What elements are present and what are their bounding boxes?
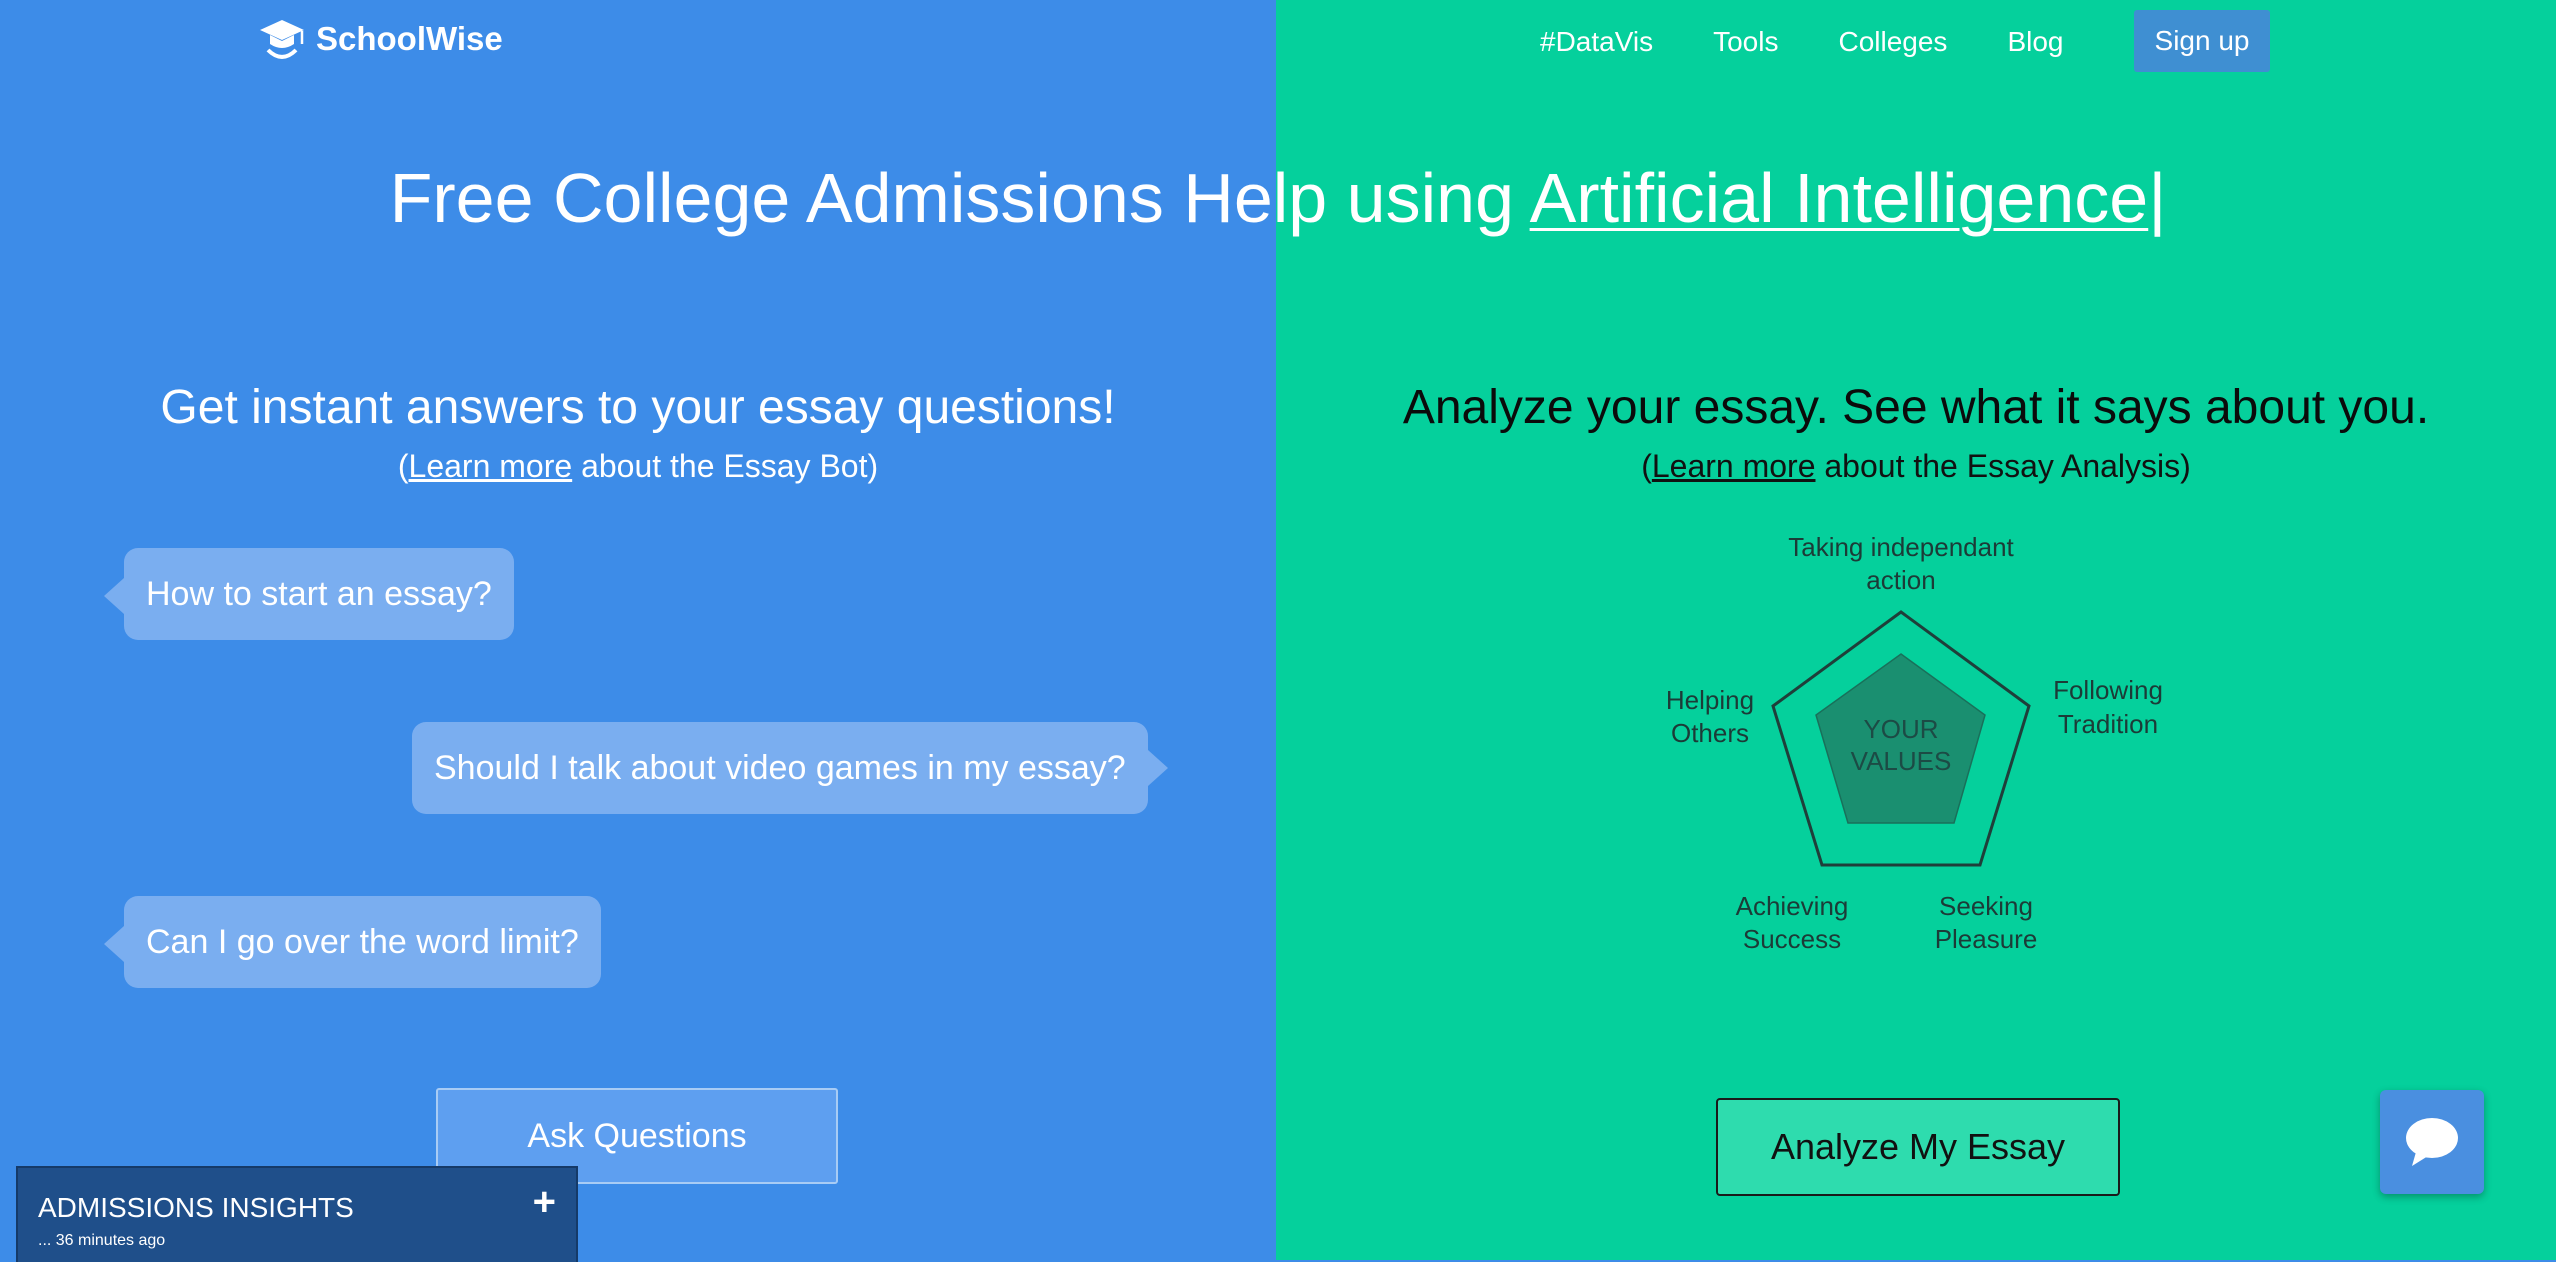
radar-label-right-2: Tradition	[2058, 709, 2158, 739]
essay-bot-subtext-rest: about the Essay Bot)	[572, 448, 879, 484]
question-bubble-3[interactable]: Can I go over the word limit?	[104, 896, 601, 988]
radar-label-bottom-left-1: Achieving	[1736, 891, 1849, 921]
radar-label-bottom-left-2: Success	[1743, 924, 1841, 954]
graduation-cap-icon	[260, 20, 304, 59]
radar-label-top-1: Taking independant	[1788, 532, 2014, 562]
nav-link-datavis[interactable]: #DataVis	[1540, 26, 1653, 58]
nav-link-tools[interactable]: Tools	[1713, 26, 1778, 58]
analyze-essay-button[interactable]: Analyze My Essay	[1716, 1098, 2120, 1196]
learn-more-essay-analysis-link[interactable]: Learn more	[1652, 448, 1816, 484]
insights-timestamp: ... 36 minutes ago	[38, 1232, 166, 1249]
radar-label-bottom-right-2: Pleasure	[1935, 924, 2038, 954]
brand-logo[interactable]: SchoolWise	[258, 16, 503, 62]
paren-open-right: (	[1641, 448, 1652, 484]
radar-label-left-1: Helping	[1666, 685, 1754, 715]
admissions-insights-panel[interactable]: ADMISSIONS INSIGHTS ... 36 minutes ago +	[16, 1166, 578, 1262]
insights-title: ADMISSIONS INSIGHTS	[38, 1192, 354, 1223]
expand-plus-icon[interactable]: +	[533, 1180, 556, 1225]
essay-bot-heading: Get instant answers to your essay questi…	[160, 381, 1116, 434]
hero-prefix: Free College Admissions Help using	[389, 159, 1530, 237]
radar-label-bottom-right-1: Seeking	[1939, 891, 2033, 921]
essay-bot-subtext: (Learn more about the Essay Bot)	[0, 448, 1276, 485]
learn-more-essay-bot-link[interactable]: Learn more	[409, 448, 573, 484]
top-nav: #DataVis Tools Colleges Blog	[1540, 0, 2123, 84]
nav-link-colleges[interactable]: Colleges	[1838, 26, 1947, 58]
hero-headline: Free College Admissions Help using Artif…	[0, 158, 2556, 238]
paren-open: (	[397, 448, 409, 484]
hero-highlight-link[interactable]: Artificial Intelligence	[1530, 159, 2149, 237]
radar-label-right-1: Following	[2053, 675, 2163, 705]
radar-center-label-1: YOUR	[1863, 714, 1938, 744]
signup-button[interactable]: Sign up	[2134, 10, 2270, 72]
brand-name: SchoolWise	[316, 20, 503, 57]
question-bubble-2[interactable]: Should I talk about video games in my es…	[412, 722, 1168, 814]
chat-button[interactable]	[2380, 1090, 2484, 1194]
chat-bubble-icon	[2406, 1118, 2458, 1166]
essay-analysis-subtext-rest: about the Essay Analysis)	[1815, 448, 2191, 484]
essay-analysis-subtext: (Learn more about the Essay Analysis)	[1276, 448, 2556, 485]
values-radar-diagram: YOUR VALUES Taking independant action Fo…	[1666, 532, 2163, 954]
question-bubble-1[interactable]: How to start an essay?	[104, 548, 514, 640]
typing-caret: |	[2148, 159, 2167, 237]
radar-center-label-2: VALUES	[1851, 746, 1952, 776]
radar-label-top-2: action	[1866, 565, 1935, 595]
nav-link-blog[interactable]: Blog	[2007, 26, 2063, 58]
essay-analysis-heading: Analyze your essay. See what it says abo…	[1402, 381, 2430, 434]
radar-label-left-2: Others	[1671, 718, 1749, 748]
